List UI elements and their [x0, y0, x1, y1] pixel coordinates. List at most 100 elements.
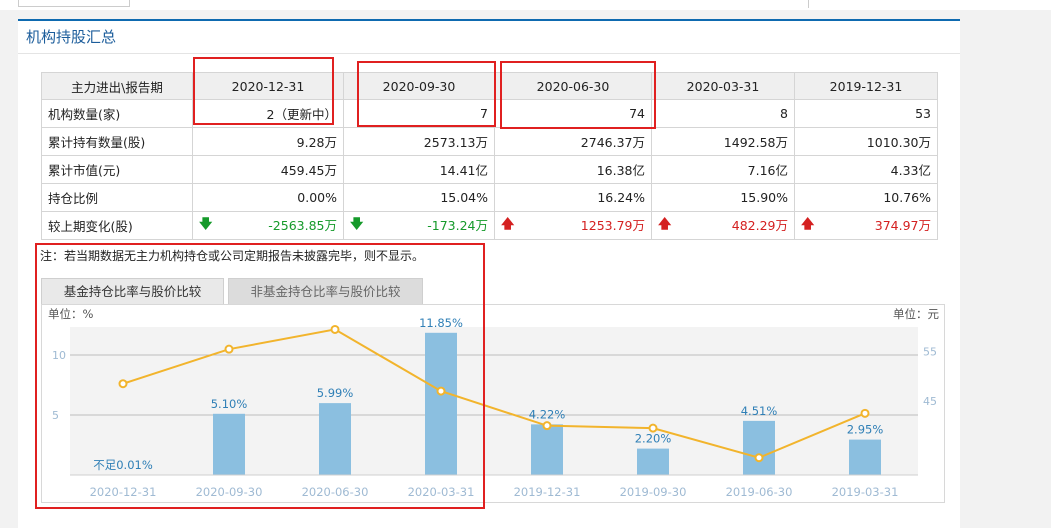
bar-data-label: 11.85% [419, 316, 463, 330]
price-point [438, 388, 445, 395]
cell: 74 [495, 100, 652, 128]
arrow-up-icon: 🡅 [658, 215, 671, 237]
price-point [226, 346, 233, 353]
price-point [756, 454, 763, 461]
x-tick-label: 2019-09-30 [620, 485, 687, 499]
cell: 0.00% [193, 184, 344, 212]
change-value: -173.24万 [427, 218, 488, 233]
left-tick-label: 10 [52, 349, 66, 362]
top-info-strip [0, 0, 1051, 10]
cell: 9.28万 [193, 128, 344, 156]
change-value: 374.97万 [875, 218, 931, 233]
arrow-up-icon: 🡅 [801, 215, 814, 237]
x-tick-label: 2019-03-31 [832, 485, 899, 499]
cell: 🡅 1253.79万 [495, 212, 652, 240]
right-axis-unit: 单位：元 [893, 307, 939, 321]
table-row: 较上期变化(股) 🡇-2563.85万 🡇-173.24万 🡅1253.79万 … [42, 212, 938, 240]
change-value: 482.29万 [732, 218, 788, 233]
arrow-up-icon: 🡅 [501, 215, 514, 237]
x-tick-label: 2020-06-30 [302, 485, 369, 499]
bar-data-label: 4.22% [529, 407, 566, 421]
cell: 53 [795, 100, 938, 128]
row-label: 持仓比例 [42, 184, 193, 212]
cell: 14.41亿 [344, 156, 495, 184]
tab-fund-holding-ratio[interactable]: 基金持仓比率与股价比较 [41, 278, 224, 305]
cell: 🡅 482.29万 [652, 212, 795, 240]
x-tick-label: 2020-12-31 [90, 485, 157, 499]
row-label: 机构数量(家) [42, 100, 193, 128]
bar [319, 403, 351, 475]
bar-data-label: 4.51% [741, 404, 778, 418]
row-label: 较上期变化(股) [42, 212, 193, 240]
price-point [332, 326, 339, 333]
cell: 2746.37万 [495, 128, 652, 156]
arrow-down-icon: 🡇 [199, 215, 212, 237]
institution-holdings-panel: 机构持股汇总 主力进出\报告期 2020-12-31 2020-09-30 20… [18, 19, 960, 528]
period-header: 2020-03-31 [652, 73, 795, 100]
price-point [862, 410, 869, 417]
cell: 2573.13万 [344, 128, 495, 156]
left-tick-label: 5 [52, 409, 59, 422]
x-tick-label: 2020-03-31 [408, 485, 475, 499]
bar [425, 333, 457, 475]
change-value: -2563.85万 [268, 218, 337, 233]
row-label: 累计市值(元) [42, 156, 193, 184]
table-row: 累计持有数量(股) 9.28万 2573.13万 2746.37万 1492.5… [42, 128, 938, 156]
row-label: 累计持有数量(股) [42, 128, 193, 156]
top-left-box [18, 0, 130, 7]
bar-data-label: 5.99% [317, 386, 354, 400]
cell: 8 [652, 100, 795, 128]
bar [743, 421, 775, 475]
tab-nonfund-holding-ratio[interactable]: 非基金持仓比率与股价比较 [228, 278, 423, 305]
cell: 1492.58万 [652, 128, 795, 156]
price-point [650, 425, 657, 432]
left-axis-unit: 单位：% [48, 307, 93, 321]
table-header-row: 主力进出\报告期 2020-12-31 2020-09-30 2020-06-3… [42, 73, 938, 100]
bar [637, 449, 669, 475]
bar-data-label: 不足0.01% [93, 458, 153, 472]
x-tick-label: 2020-09-30 [196, 485, 263, 499]
cell: 16.38亿 [495, 156, 652, 184]
cell: 15.90% [652, 184, 795, 212]
bar-data-label: 5.10% [211, 397, 248, 411]
cell: 🡇 -2563.85万 [193, 212, 344, 240]
cell: 10.76% [795, 184, 938, 212]
panel-title: 机构持股汇总 [26, 26, 116, 47]
holdings-table: 主力进出\报告期 2020-12-31 2020-09-30 2020-06-3… [41, 72, 938, 240]
period-header: 2020-06-30 [495, 73, 652, 100]
cell: 16.24% [495, 184, 652, 212]
period-header: 2019-12-31 [795, 73, 938, 100]
cell: 2（更新中） [193, 100, 344, 128]
chart-svg: 1055545单位：%单位：元不足0.01%5.10%5.99%11.85%4.… [42, 305, 944, 502]
cell: 1010.30万 [795, 128, 938, 156]
x-tick-label: 2019-12-31 [514, 485, 581, 499]
cell: 7 [344, 100, 495, 128]
holding-ratio-chart: 1055545单位：%单位：元不足0.01%5.10%5.99%11.85%4.… [41, 304, 945, 503]
right-tick-label: 55 [923, 346, 937, 359]
table-row: 累计市值(元) 459.45万 14.41亿 16.38亿 7.16亿 4.33… [42, 156, 938, 184]
cell: 15.04% [344, 184, 495, 212]
bar-data-label: 2.95% [847, 423, 884, 437]
period-header: 2020-12-31 [193, 73, 344, 100]
bar [531, 424, 563, 475]
title-divider [18, 53, 960, 54]
disclosure-note: 注：若当期数据无主力机构持仓或公司定期报告未披露完毕，则不显示。 [40, 247, 424, 264]
header-label: 主力进出\报告期 [42, 73, 193, 100]
bar [213, 414, 245, 475]
table-row: 持仓比例 0.00% 15.04% 16.24% 15.90% 10.76% [42, 184, 938, 212]
cell: 🡇 -173.24万 [344, 212, 495, 240]
cell: 459.45万 [193, 156, 344, 184]
table-row: 机构数量(家) 2（更新中） 7 74 8 53 [42, 100, 938, 128]
bar [849, 440, 881, 475]
right-tick-label: 45 [923, 395, 937, 408]
cell: 🡅 374.97万 [795, 212, 938, 240]
x-tick-label: 2019-06-30 [726, 485, 793, 499]
change-value: 1253.79万 [581, 218, 645, 233]
top-right-box [808, 0, 989, 8]
arrow-down-icon: 🡇 [350, 215, 363, 237]
price-point [120, 380, 127, 387]
plot-area [70, 327, 918, 475]
price-point [544, 422, 551, 429]
bar-data-label: 2.20% [635, 432, 672, 446]
period-header: 2020-09-30 [344, 73, 495, 100]
